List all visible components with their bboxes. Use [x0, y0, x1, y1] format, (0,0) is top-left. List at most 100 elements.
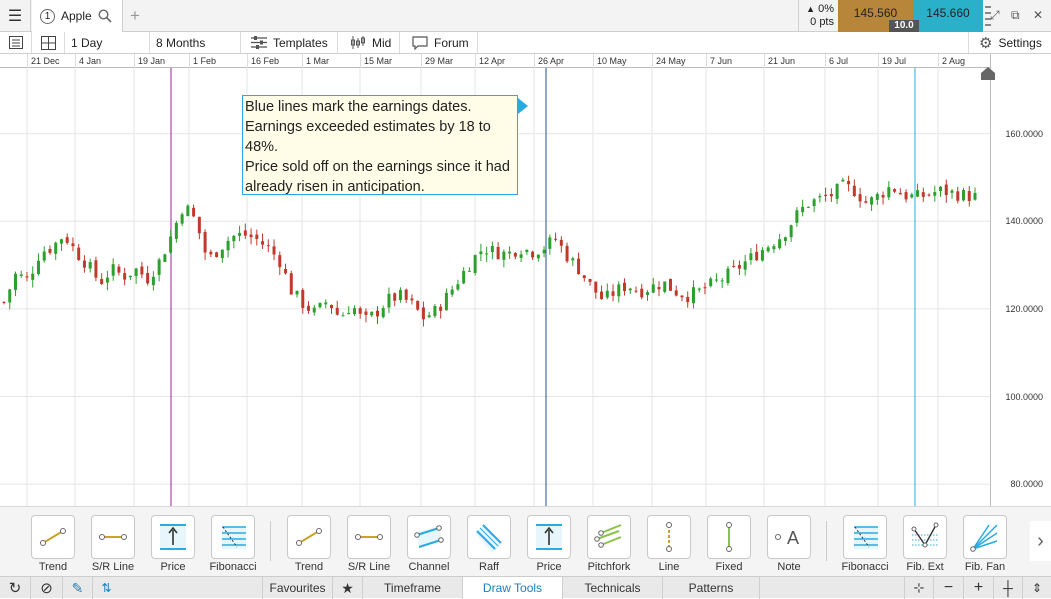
interval-label: 1 Day: [71, 35, 103, 50]
draw-tool-button[interactable]: [587, 515, 631, 559]
tab-technicals-label: Technicals: [584, 581, 641, 595]
candle-body: [146, 272, 150, 284]
expand-vertical-icon[interactable]: ⇕: [1022, 577, 1051, 599]
templates-button[interactable]: Templates: [241, 32, 338, 53]
close-icon[interactable]: ✕: [1033, 8, 1043, 22]
pencil-icon[interactable]: ✎: [62, 577, 92, 599]
note-icon: A: [775, 528, 799, 548]
candle-body: [594, 281, 598, 293]
date-tick: [421, 54, 422, 68]
draw-tool-button[interactable]: [963, 515, 1007, 559]
draw-tool-button[interactable]: [347, 515, 391, 559]
search-icon[interactable]: [98, 9, 112, 23]
draw-tool-button[interactable]: A: [767, 515, 811, 559]
candle-body: [668, 278, 672, 291]
draw-tool-button[interactable]: [151, 515, 195, 559]
draw-tool-button[interactable]: [407, 515, 451, 559]
candle-body: [347, 312, 351, 315]
change-percent: 0%: [818, 3, 834, 15]
interval-dropdown[interactable]: 1 Day: [65, 32, 150, 53]
cancel-icon[interactable]: ⊘: [30, 577, 62, 599]
price-type-label: Mid: [372, 35, 392, 50]
draw-tool-label: S/R Line: [91, 561, 135, 573]
candle-body: [111, 264, 115, 276]
candle-body: [352, 308, 356, 315]
date-tick: [189, 54, 190, 68]
chat-icon: [412, 35, 428, 50]
draw-tool-button[interactable]: [843, 515, 887, 559]
candle-body: [393, 293, 397, 301]
draw-tool-label: S/R Line: [347, 561, 391, 573]
candle-body: [375, 310, 379, 317]
tab-draw-tools[interactable]: Draw Tools: [462, 577, 562, 599]
layout-icon[interactable]: [32, 32, 65, 53]
candle-body: [284, 269, 288, 274]
price-axis[interactable]: 160.0000 140.0000 120.0000 100.0000 80.0000: [981, 54, 1051, 506]
settings-button[interactable]: ⚙ Settings: [968, 32, 1051, 53]
candle-body: [324, 302, 328, 305]
date-tick: [134, 54, 135, 68]
candle-body: [398, 289, 402, 301]
candle-body: [485, 253, 489, 255]
candle-body: [508, 251, 512, 254]
range-dropdown[interactable]: 8 Months: [150, 32, 241, 53]
draw-tool-button[interactable]: [707, 515, 751, 559]
sort-icon[interactable]: ⇅: [92, 577, 120, 599]
candle-body: [950, 190, 954, 193]
candle-body: [525, 249, 529, 253]
candle-body: [640, 288, 644, 298]
candle-body: [835, 183, 839, 199]
date-label: 2 Aug: [942, 56, 966, 66]
draw-tool-button[interactable]: [287, 515, 331, 559]
zoom-in-icon[interactable]: +: [963, 577, 993, 599]
draw-tool-button[interactable]: [647, 515, 691, 559]
candle-body: [82, 260, 86, 268]
candle-body: [864, 201, 868, 203]
ask-price-button[interactable]: 145.660: [913, 0, 983, 32]
star-icon[interactable]: ★: [332, 577, 362, 599]
candle-body: [841, 179, 845, 182]
draw-tool-button[interactable]: [527, 515, 571, 559]
draw-tool-button[interactable]: [467, 515, 511, 559]
menu-icon[interactable]: ☰: [0, 0, 31, 32]
scroll-top-icon[interactable]: [980, 67, 996, 81]
candle-body: [548, 237, 552, 249]
candle-body: [54, 242, 58, 254]
candle-body: [249, 234, 253, 238]
tool-separator: [826, 521, 827, 561]
crosshair-icon[interactable]: ⊹: [904, 577, 933, 599]
draw-tool-button[interactable]: [211, 515, 255, 559]
candle-body: [65, 237, 69, 243]
date-label: 1 Mar: [306, 56, 330, 66]
fib-extension-icon: [911, 522, 939, 550]
price-line-icon: [160, 524, 186, 550]
price-type-button[interactable]: Mid: [338, 32, 400, 53]
tab-favourites[interactable]: Favourites: [262, 577, 332, 599]
add-tab-icon[interactable]: +: [130, 6, 140, 26]
draw-tool-label: Pitchfork: [587, 561, 631, 573]
candle-body: [921, 192, 925, 197]
draw-tool-button[interactable]: [903, 515, 947, 559]
candle-body: [439, 306, 443, 311]
vertical-line-icon: [666, 522, 672, 552]
fib-fan-icon: [970, 524, 998, 552]
candle-body: [48, 248, 52, 253]
list-icon[interactable]: [0, 32, 32, 53]
expand-icon[interactable]: ⤢: [990, 8, 1000, 23]
candle-body: [663, 281, 667, 292]
tab-patterns[interactable]: Patterns: [662, 577, 760, 599]
tab-timeframe[interactable]: Timeframe: [362, 577, 462, 599]
candle-body: [772, 246, 776, 250]
popout-icon[interactable]: ⧉: [1011, 8, 1020, 23]
refresh-icon[interactable]: ↻: [0, 577, 30, 599]
cursor-icon[interactable]: ┼: [993, 577, 1022, 599]
draw-tool-button[interactable]: [91, 515, 135, 559]
zoom-out-icon[interactable]: −: [933, 577, 963, 599]
candle-body: [680, 295, 684, 298]
tab-apple[interactable]: 1 Apple: [32, 0, 123, 32]
earnings-note[interactable]: Blue lines mark the earnings dates. Earn…: [242, 95, 518, 195]
tab-technicals[interactable]: Technicals: [562, 577, 662, 599]
draw-tool-button[interactable]: [31, 515, 75, 559]
scroll-right-icon[interactable]: ›: [1030, 521, 1051, 561]
forum-button[interactable]: Forum: [400, 32, 478, 53]
